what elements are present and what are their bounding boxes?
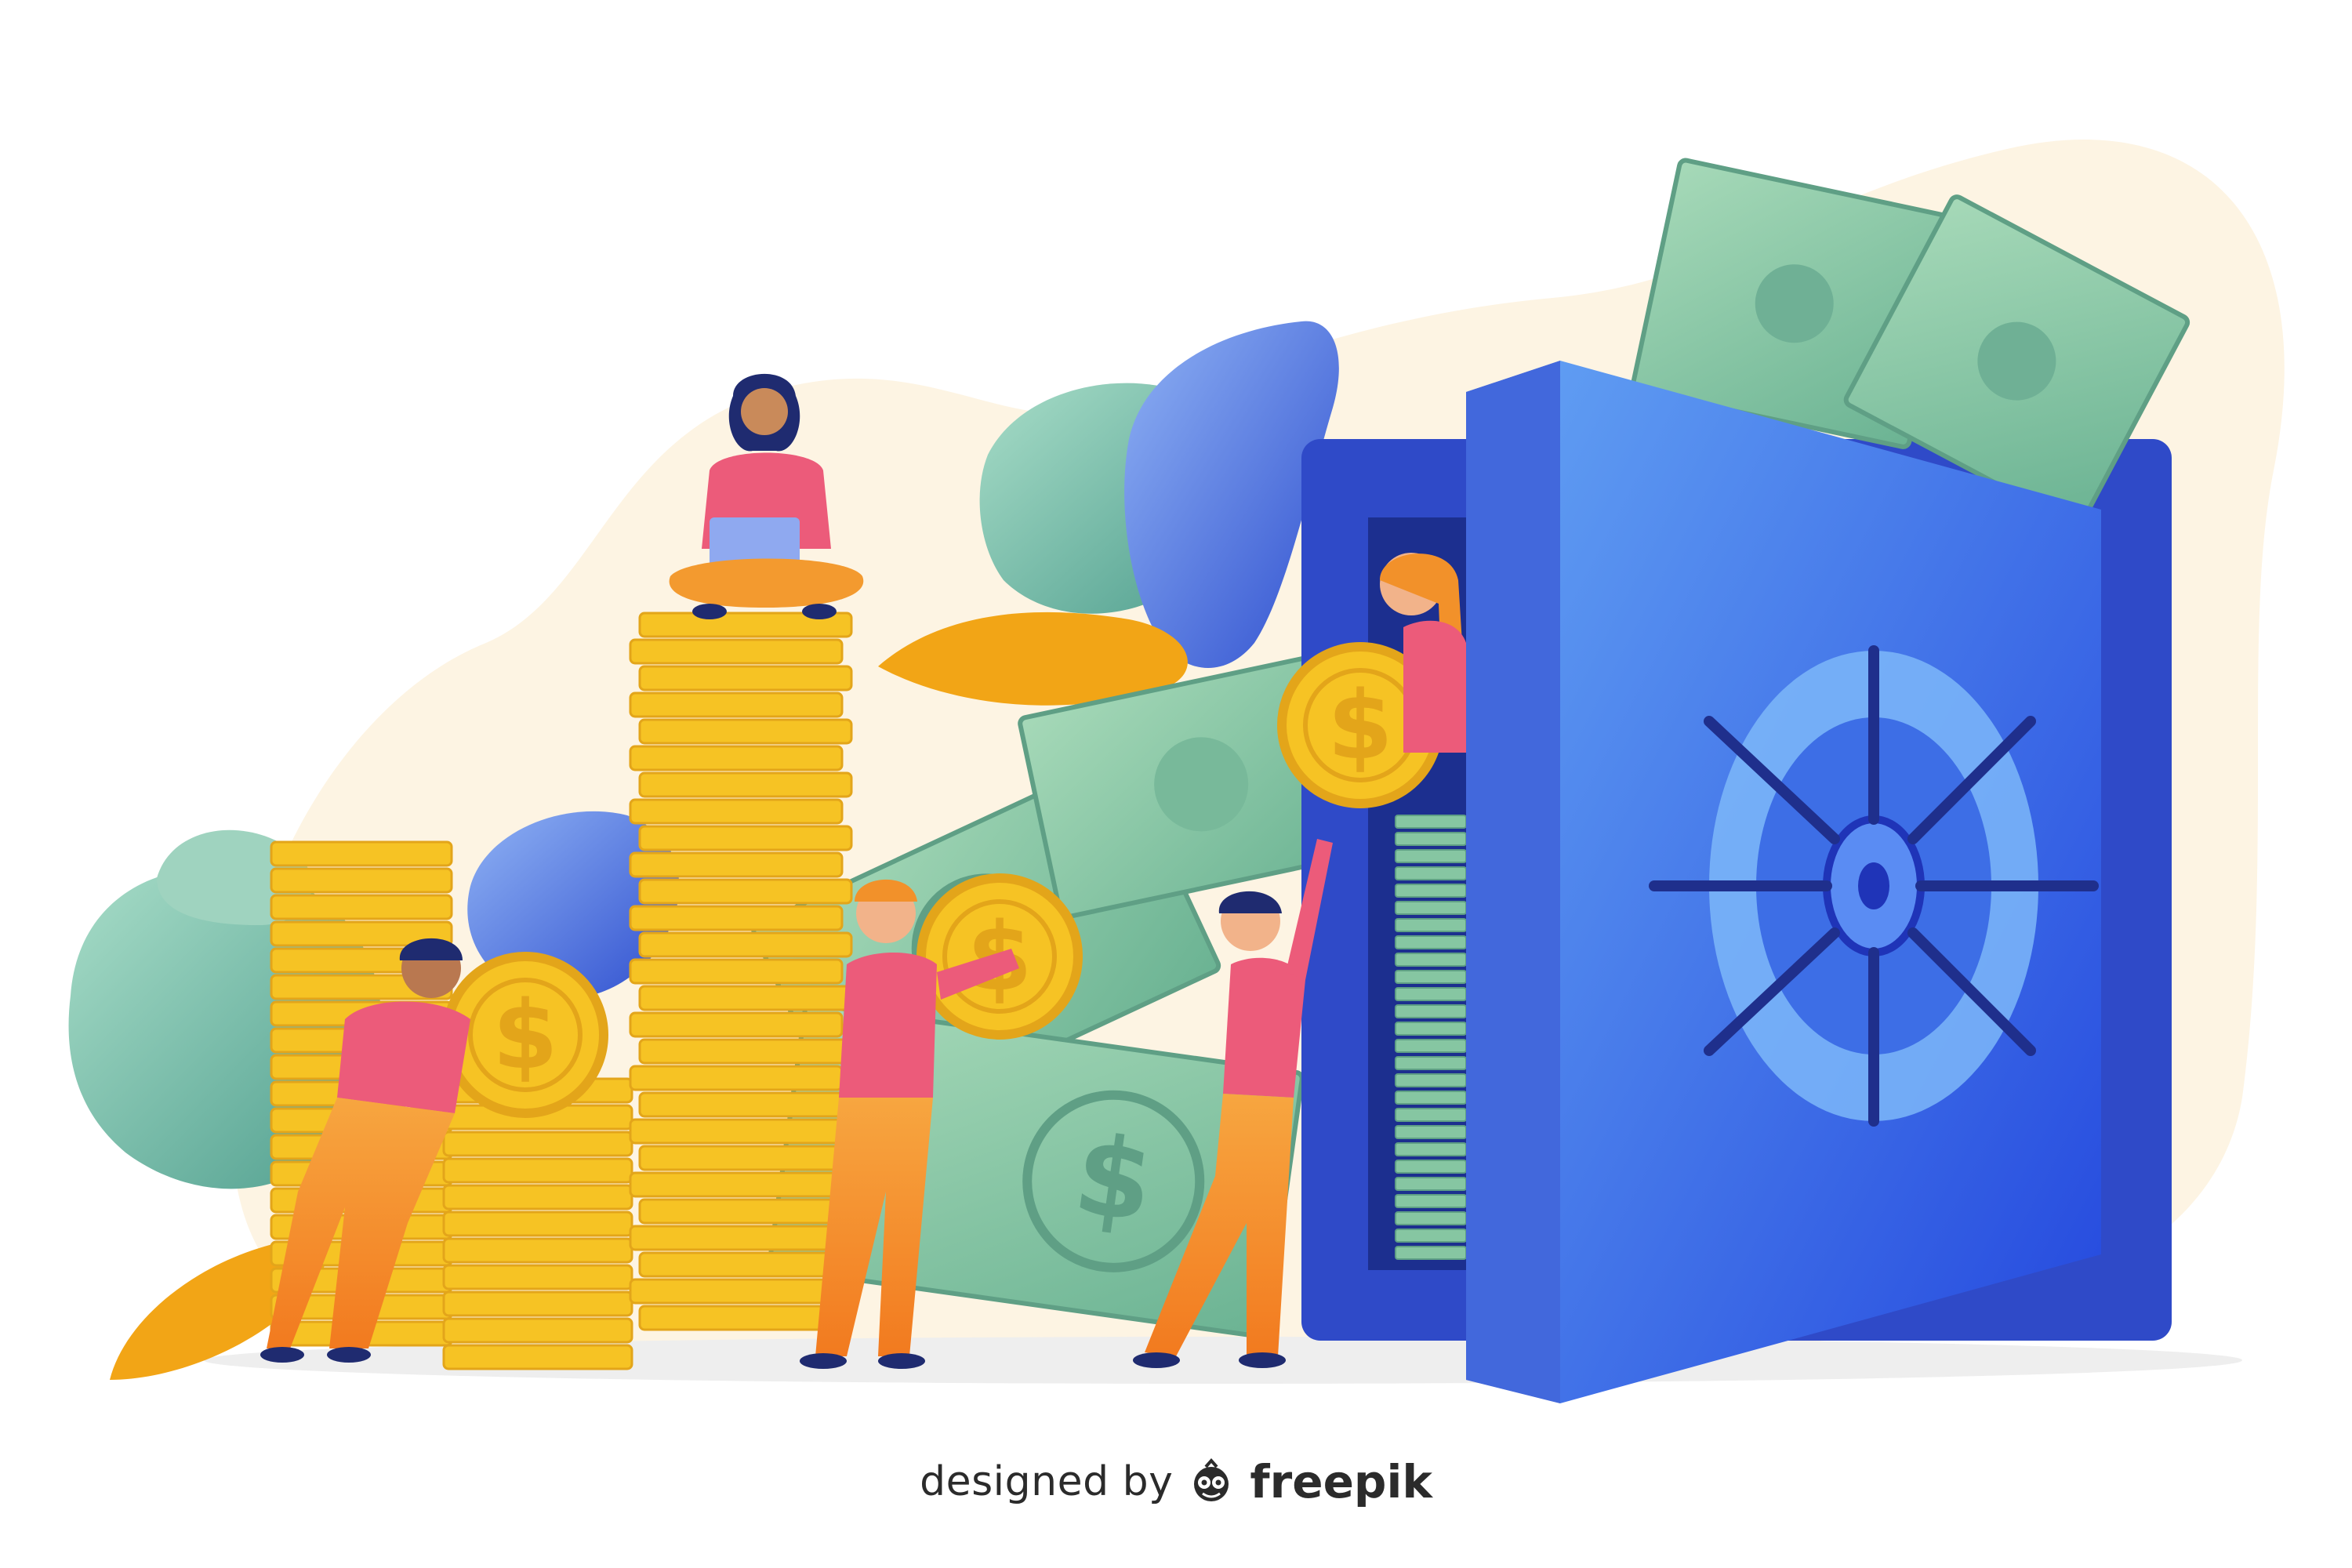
- coin-stack-layer: [629, 691, 844, 718]
- coin-stack-layer: [629, 1065, 844, 1091]
- coin-dollar-sign: $: [492, 982, 558, 1091]
- coin-stack-layer: [638, 1198, 853, 1225]
- coin-stack-layer: [442, 1264, 633, 1290]
- safe-banknote-bundle: [1395, 1039, 1467, 1053]
- coin-stack-layer: [638, 771, 853, 798]
- safe-banknote-bundle: [1395, 815, 1467, 829]
- coin-stack-layer: [442, 1184, 633, 1210]
- coin-stack-layer: [629, 905, 844, 931]
- safe-banknote-bundle: [1395, 1091, 1467, 1105]
- safe-banknote-bundle: [1395, 1194, 1467, 1208]
- coin-stack-layer: [638, 931, 853, 958]
- coin-stack-layer: [638, 878, 853, 905]
- coin-stack-layer: [629, 1011, 844, 1038]
- safe-banknote-bundle: [1395, 1022, 1467, 1036]
- coin-stack-layer: [638, 665, 853, 691]
- coin-stack-layer: [638, 985, 853, 1011]
- safe-banknote-bundle: [1395, 1211, 1467, 1225]
- coin-stack-layer: [638, 825, 853, 851]
- coin-stack-layer: [442, 1210, 633, 1237]
- coin-stack-layer: [629, 1225, 844, 1251]
- safe-banknote-bundle: [1395, 1246, 1467, 1260]
- coin-stack-layer: [442, 1237, 633, 1264]
- illustration-scene: $ $ $: [68, 140, 2285, 1403]
- safe-banknote-bundle: [1395, 1073, 1467, 1087]
- coin-large-left: $: [442, 952, 608, 1118]
- coin-stack-layer: [629, 745, 844, 771]
- coin-stack-layer: [629, 958, 844, 985]
- safe-banknote-bundle: [1395, 866, 1467, 880]
- coin-stack-layer: [442, 1290, 633, 1317]
- safe-door-left-edge: [1466, 361, 1560, 1403]
- safe-banknote-bundle: [1395, 1160, 1467, 1174]
- safe-banknote-bundle: [1395, 1142, 1467, 1156]
- coin-stack-layer: [270, 867, 453, 894]
- coin-stack-layer: [270, 894, 453, 920]
- safe-banknote-bundle: [1395, 849, 1467, 863]
- coin-stack-layer: [629, 1278, 844, 1305]
- safe-dial-center: [1858, 862, 1889, 909]
- credit-designed-by-text: designed by: [920, 1458, 1174, 1505]
- safe-banknote-bundle: [1395, 953, 1467, 967]
- coin-stack-layer: [638, 1251, 853, 1278]
- coin-stack-layer: [442, 1157, 633, 1184]
- safe-banknote-bundle: [1395, 1108, 1467, 1122]
- safe-banknote-bundle: [1395, 901, 1467, 915]
- coin-dollar-sign: $: [1327, 672, 1393, 781]
- safe-banknote-bundle: [1395, 1125, 1467, 1139]
- safe-banknote-bundle: [1395, 970, 1467, 984]
- credit-brand-text: freepik: [1250, 1455, 1432, 1508]
- coin-stack-layer: [629, 851, 844, 878]
- coin-stack-layer: [629, 1171, 844, 1198]
- coin-stack-layer: [442, 1344, 633, 1370]
- safe-banknote-bundle: [1395, 884, 1467, 898]
- safe-banknote-bundle: [1395, 918, 1467, 932]
- safe-banknote-bundle: [1395, 832, 1467, 846]
- safe-banknote-bundle: [1395, 1229, 1467, 1243]
- coin-stack-layer: [638, 1091, 853, 1118]
- freepik-logo-icon: [1194, 1457, 1229, 1501]
- coin-stack-layer: [629, 798, 844, 825]
- coin-stack-layer: [638, 718, 853, 745]
- coin-stack-layer: [629, 1118, 844, 1145]
- coin-stack-layer: [638, 1145, 853, 1171]
- coin-stack-layer: [270, 840, 453, 867]
- coin-stack-layer: [638, 1038, 853, 1065]
- coin-stack-layer: [629, 638, 844, 665]
- safe-banknote-bundle: [1395, 987, 1467, 1001]
- safe-banknote-bundle: [1395, 935, 1467, 949]
- safe-banknote-bundle: [1395, 1056, 1467, 1070]
- safe-banknote-bundle: [1395, 1177, 1467, 1191]
- safe-banknote-bundle: [1395, 1004, 1467, 1018]
- freepik-credit: designed by freepik: [0, 1446, 2352, 1517]
- coin-stack-layer: [442, 1317, 633, 1344]
- coin-stack-layer: [442, 1131, 633, 1157]
